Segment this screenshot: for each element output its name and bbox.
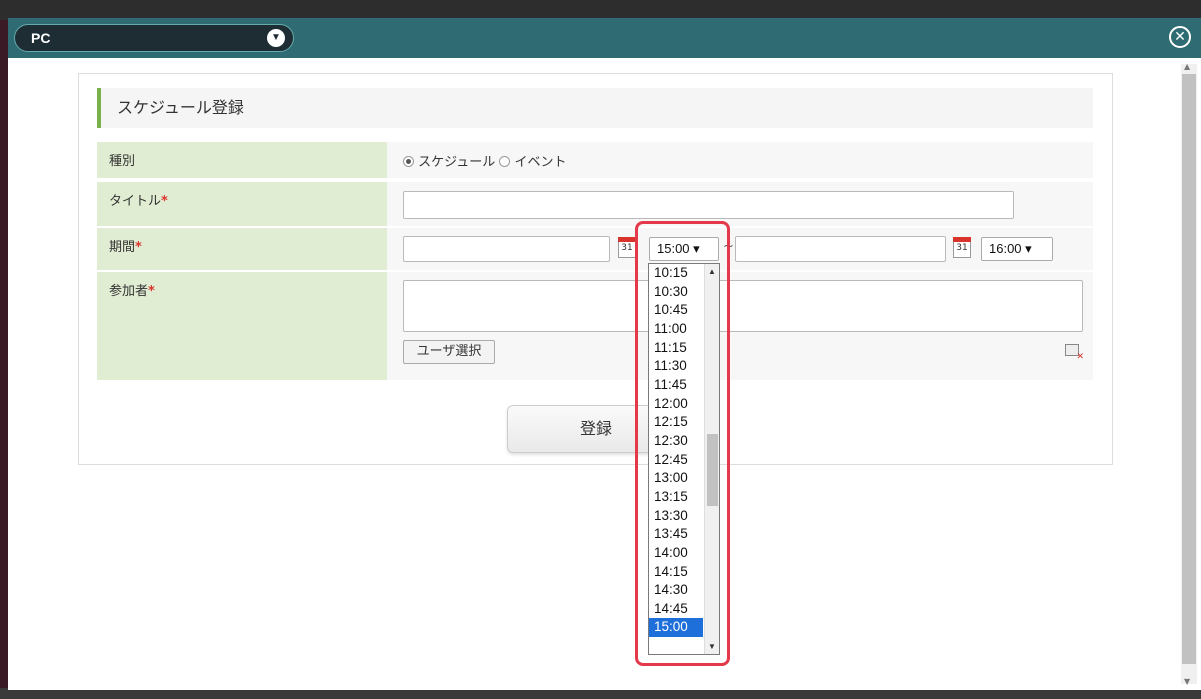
members-textarea[interactable] xyxy=(403,280,1083,332)
chevron-down-icon: ▼ xyxy=(267,29,285,47)
row-type: 種別 スケジュール イベント xyxy=(97,142,1093,178)
end-time-select[interactable]: 16:00 ▾ xyxy=(981,237,1053,261)
row-title: タイトル* xyxy=(97,182,1093,226)
required-mark: * xyxy=(148,284,155,299)
type-label: 種別 xyxy=(97,142,387,178)
radio-schedule[interactable] xyxy=(403,156,414,167)
caret-down-icon: ▾ xyxy=(1025,241,1032,256)
period-label: 期間* xyxy=(97,228,387,270)
row-period: 期間* 31 15:00 ▾ ~ 31 16:00 ▾ xyxy=(97,228,1093,270)
modal-header: PC ▼ ✕ xyxy=(8,18,1201,58)
row-members: 参加者* ユーザ選択 xyxy=(97,272,1093,380)
scroll-up-icon[interactable]: ▲ xyxy=(1184,62,1190,71)
calendar-icon[interactable]: 31 xyxy=(618,237,636,258)
modal-scrollbar[interactable]: ▲ ▼ xyxy=(1181,62,1197,686)
clear-members-icon[interactable] xyxy=(1065,344,1084,362)
schedule-modal: PC ▼ ✕ ▲ ▼ スケジュール登録 種別 スケジュール イベント タイトル*… xyxy=(8,18,1201,690)
device-select-value: PC xyxy=(31,30,51,46)
close-icon[interactable]: ✕ xyxy=(1169,26,1191,48)
radio-schedule-label[interactable]: スケジュール xyxy=(418,155,495,170)
title-label: タイトル* xyxy=(97,182,387,226)
user-select-button[interactable]: ユーザ選択 xyxy=(403,340,495,364)
background-toolbar xyxy=(0,0,1201,20)
schedule-form-panel: スケジュール登録 種別 スケジュール イベント タイトル* 期間* 31 15:… xyxy=(78,73,1113,465)
scrollbar-thumb[interactable] xyxy=(1182,74,1196,664)
highlight-annotation xyxy=(635,221,730,666)
title-input[interactable] xyxy=(403,191,1014,219)
required-mark: * xyxy=(161,194,168,209)
scroll-down-icon[interactable]: ▼ xyxy=(1184,677,1190,686)
radio-event[interactable] xyxy=(499,156,511,167)
end-date-input[interactable] xyxy=(735,236,946,262)
start-date-input[interactable] xyxy=(403,236,610,262)
form-title: スケジュール登録 xyxy=(97,88,1093,128)
members-label: 参加者* xyxy=(97,272,387,380)
device-select[interactable]: PC ▼ xyxy=(14,24,294,52)
required-mark: * xyxy=(135,240,142,255)
calendar-icon[interactable]: 31 xyxy=(953,237,971,258)
modal-body: ▲ ▼ スケジュール登録 種別 スケジュール イベント タイトル* 期間* 31… xyxy=(8,58,1201,690)
radio-event-label[interactable]: イベント xyxy=(515,155,567,170)
type-radio-group: スケジュール イベント xyxy=(403,151,567,170)
